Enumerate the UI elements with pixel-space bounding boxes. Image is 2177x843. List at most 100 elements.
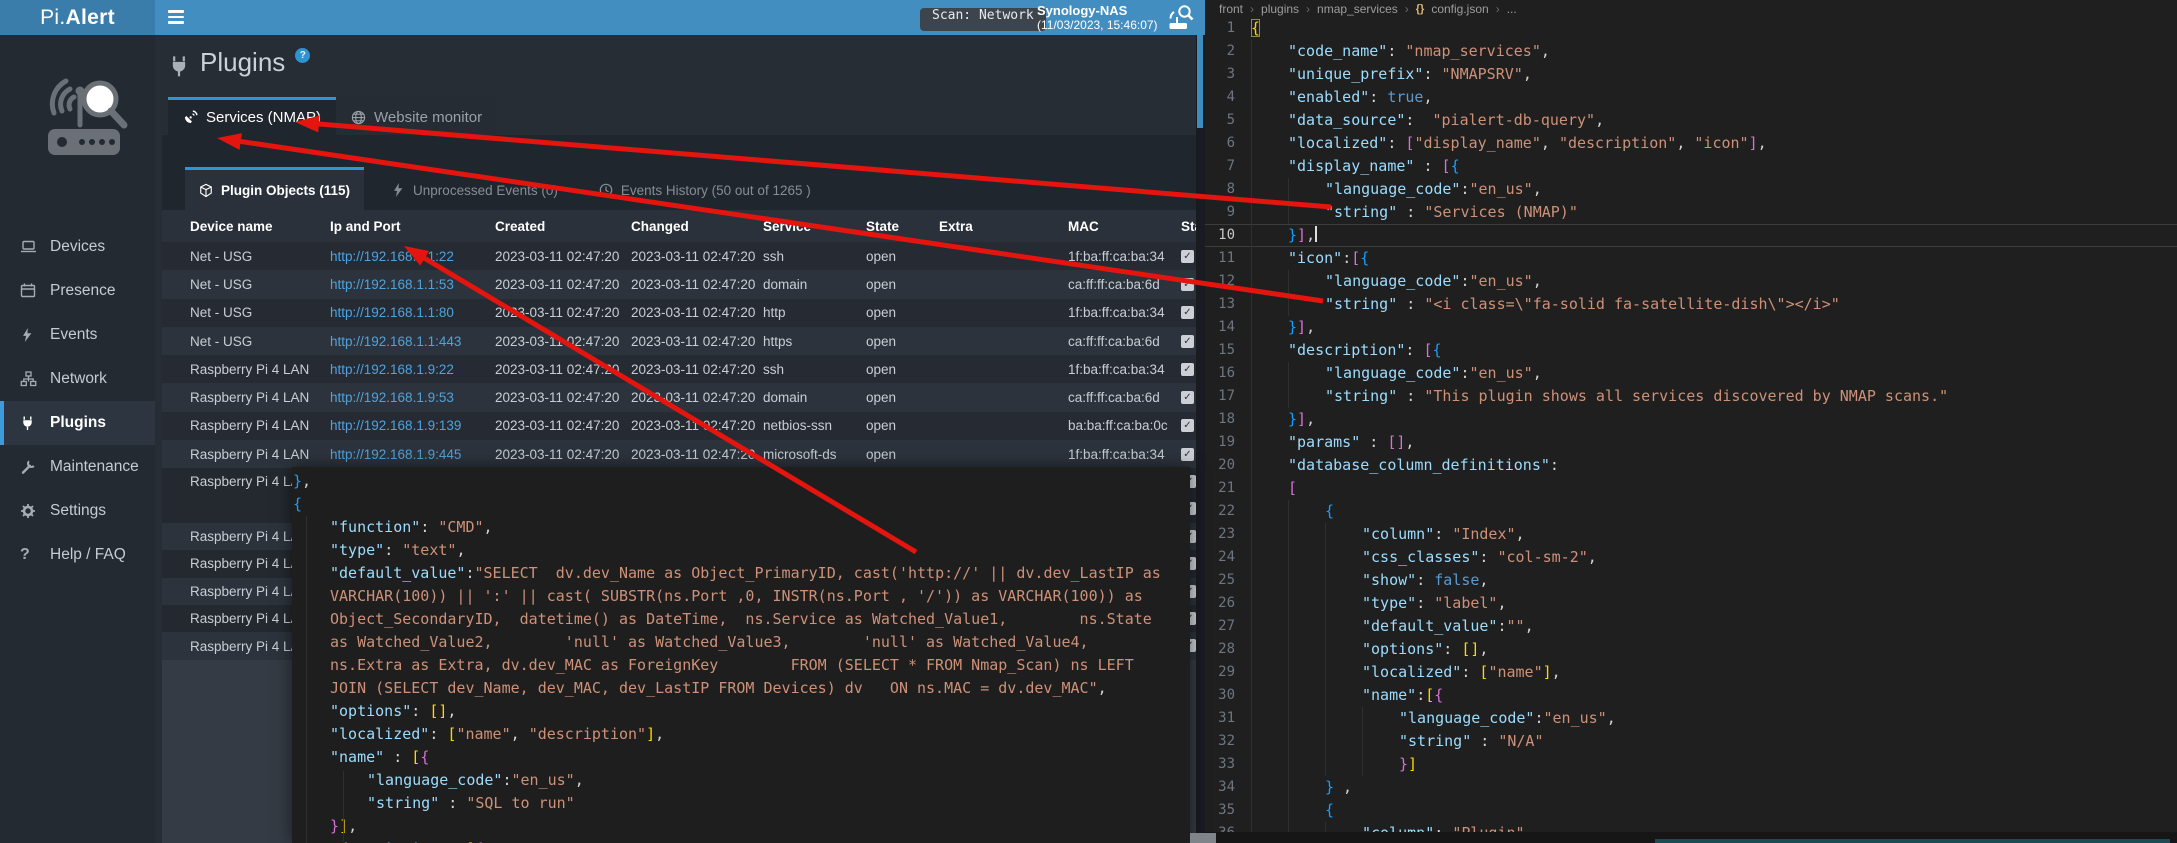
service-cell: domain [763, 277, 866, 292]
column-header-created[interactable]: Created [495, 219, 631, 234]
tab-website-monitor[interactable]: Website monitor [336, 97, 497, 135]
code-line: 16"language_code":"en_us", [1205, 362, 2177, 385]
overlay-code-area: },{"function": "CMD","type": "text","def… [292, 470, 1190, 843]
device-name-cell: Raspberry Pi 4 LAN [190, 418, 330, 433]
column-header-service[interactable]: Service [763, 219, 866, 234]
code-line: "type": "text", [292, 539, 1190, 562]
tab-services-nmap[interactable]: Services (NMAP) [168, 97, 336, 135]
changed-cell: 2023-03-11 02:47:20 [631, 277, 763, 292]
breadcrumb-item[interactable]: ... [1507, 2, 1517, 16]
status-checkbox[interactable]: ✓ [1181, 278, 1194, 291]
table-header: Device nameIp and PortCreatedChangedServ… [162, 210, 1196, 242]
brand-alert: Alert [66, 6, 115, 30]
ip-port-link[interactable]: http://192.168.1.9:445 [330, 447, 461, 462]
sidebar-item-plugins[interactable]: Plugins [0, 401, 155, 445]
sidebar-item-settings[interactable]: Settings [0, 489, 155, 533]
code-line: 9"string" : "Services (NMAP)" [1205, 201, 2177, 224]
chevron-right-icon: › [1405, 2, 1409, 16]
column-header-changed[interactable]: Changed [631, 219, 763, 234]
sidebar-item-presence[interactable]: Presence [0, 269, 155, 313]
state-cell: open [866, 418, 939, 433]
line-number: 27 [1205, 615, 1251, 638]
service-cell: domain [763, 390, 866, 405]
code-line: 13"string" : "<i class=\"fa-solid fa-sat… [1205, 293, 2177, 316]
breadcrumb-item[interactable]: plugins [1261, 2, 1299, 16]
ip-port-link[interactable]: http://192.168.1.1:443 [330, 334, 461, 349]
ip-port-link[interactable]: http://192.168.1.1:53 [330, 277, 454, 292]
status-checkbox[interactable]: ✓ [1181, 448, 1194, 461]
changed-cell: 2023-03-11 02:47:20 [631, 249, 763, 264]
sidebar-item-help-faq[interactable]: ?Help / FAQ [0, 533, 155, 577]
bolt-icon [391, 182, 405, 198]
sidebar-item-events[interactable]: Events [0, 313, 155, 357]
menu-toggle-icon[interactable] [168, 10, 184, 27]
vscode-editor[interactable]: front›plugins›nmap_services›{}config.jso… [1205, 0, 2177, 843]
line-number: 34 [1205, 776, 1251, 799]
breadcrumb-item[interactable]: front [1219, 2, 1243, 16]
code-line: }, [292, 470, 1190, 493]
column-header-device-name[interactable]: Device name [190, 219, 330, 234]
tab-label: Events History (50 out of 1265 ) [621, 183, 811, 198]
breadcrumb-item[interactable]: nmap_services [1317, 2, 1398, 16]
code-line: "function": "CMD", [292, 516, 1190, 539]
gear-icon [20, 503, 37, 520]
code-line: 24"css_classes": "col-sm-2", [1205, 546, 2177, 569]
app-scrollbar[interactable] [1196, 35, 1205, 843]
window-edge-strip [1197, 35, 1203, 128]
device-name-cell: Net - USG [190, 249, 330, 264]
code-line: 31"language_code":"en_us", [1205, 707, 2177, 730]
chevron-right-icon: › [1496, 2, 1500, 16]
cube-icon [199, 183, 213, 198]
sidebar: Devices PresenceEventsNetworkPluginsMaint… [0, 35, 155, 843]
breadcrumb: front›plugins›nmap_services›{}config.jso… [1205, 0, 2177, 17]
ip-port-link[interactable]: http://192.168.1.1:80 [330, 305, 454, 320]
ip-port-cell: http://192.168.1.9:22 [330, 362, 495, 377]
breadcrumb-item[interactable]: config.json [1431, 2, 1488, 16]
wrench-icon [20, 459, 37, 476]
mac-cell: ca:ff:ff:ca:ba:6d [1068, 277, 1181, 292]
status-checkbox[interactable]: ✓ [1181, 335, 1194, 348]
table-row: Raspberry Pi 4 LANhttp://192.168.1.9:222… [162, 355, 1196, 383]
sidebar-item-devices[interactable]: Devices [0, 225, 155, 269]
sidebar-item-maintenance[interactable]: Maintenance [0, 445, 155, 489]
subtab-plugin-objects-115[interactable]: Plugin Objects (115) [185, 167, 364, 210]
ip-port-link[interactable]: http://192.168.1.1:22 [330, 249, 454, 264]
code-line: 6"localized": ["display_name", "descript… [1205, 132, 2177, 155]
ip-port-link[interactable]: http://192.168.1.9:53 [330, 390, 454, 405]
column-header-state[interactable]: State [866, 219, 939, 234]
code-line: 23"column": "Index", [1205, 523, 2177, 546]
line-number: 21 [1205, 477, 1251, 500]
ip-port-link[interactable]: http://192.168.1.9:22 [330, 362, 454, 377]
help-badge[interactable]: ? [295, 48, 310, 63]
code-line: as Watched_Value2, 'null' as Watched_Val… [292, 631, 1190, 654]
column-header-ip-and-port[interactable]: Ip and Port [330, 219, 495, 234]
code-overlay-window[interactable]: },{"function": "CMD","type": "text","def… [292, 467, 1190, 843]
status-checkbox[interactable]: ✓ [1181, 391, 1194, 404]
table-row: Net - USGhttp://192.168.1.1:802023-03-11… [162, 299, 1196, 327]
current-device-info[interactable]: Synology-NAS (11/03/2023, 15:46:07) [1037, 3, 1158, 32]
code-line: 12"language_code":"en_us", [1205, 270, 2177, 293]
status-checkbox[interactable]: ✓ [1181, 363, 1194, 376]
device-name-cell: Raspberry Pi 4 LAN [190, 611, 294, 626]
status-checkbox[interactable]: ✓ [1181, 419, 1194, 432]
line-number: 29 [1205, 661, 1251, 684]
line-number: 33 [1205, 753, 1251, 776]
created-cell: 2023-03-11 02:47:20 [495, 390, 631, 405]
ip-port-link[interactable]: http://192.168.1.9:139 [330, 418, 461, 433]
column-header-extra[interactable]: Extra [939, 219, 1068, 234]
json-braces-icon: {} [1416, 3, 1425, 15]
pialert-logo [28, 73, 140, 174]
ip-port-cell: http://192.168.1.1:443 [330, 334, 495, 349]
sidebar-item-label: Devices [50, 238, 105, 256]
ip-port-cell: http://192.168.1.1:80 [330, 305, 495, 320]
table-row: Raspberry Pi 4 LANhttp://192.168.1.9:532… [162, 383, 1196, 411]
column-header-mac[interactable]: MAC [1068, 219, 1181, 234]
subtab-unprocessed-events-0[interactable]: Unprocessed Events (0) [377, 167, 572, 210]
status-checkbox[interactable]: ✓ [1181, 250, 1194, 263]
plug-icon [168, 55, 190, 82]
subtab-events-history-50-out-of-1265[interactable]: Events History (50 out of 1265 ) [585, 167, 825, 210]
sidebar-item-network[interactable]: Network [0, 357, 155, 401]
status-checkbox[interactable]: ✓ [1181, 306, 1194, 319]
sidebar-item-label: Help / FAQ [50, 546, 126, 564]
device-name-cell: Raspberry Pi 4 LAN [190, 529, 294, 544]
